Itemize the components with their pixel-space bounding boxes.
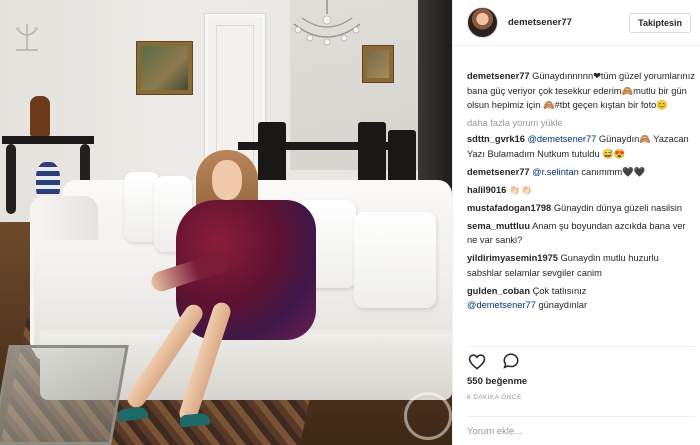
photo-wall-sconce — [16, 24, 38, 51]
comment-text: canımmm🖤🖤 — [578, 166, 646, 177]
photo-mantel-clock — [30, 96, 50, 136]
post-header: demetsener77 Takiptesin — [453, 0, 700, 46]
photo-vase — [36, 162, 60, 200]
comment-mention[interactable]: @demetsener77 — [467, 300, 536, 310]
caption: demetsener77 Günaydınnnnn❤tüm güzel yoru… — [467, 69, 695, 113]
post-side-panel: demetsener77 Takiptesin demetsener77 Gün… — [452, 0, 700, 445]
comment-username[interactable]: halil9016 — [467, 185, 506, 195]
comment-item: yildirimyasemin1975 Gunaydin mutlu huzur… — [467, 251, 695, 280]
comment-item: sdttn_gvrk16 @demetsener77 Günaydın🙈 Yaz… — [467, 132, 695, 161]
comment-item: demetsener77 @r.selintan canımmm🖤🖤 — [467, 165, 695, 180]
photo-coffee-table — [0, 345, 129, 445]
comment-icon[interactable] — [501, 351, 521, 371]
comment-input[interactable] — [467, 425, 695, 437]
comment-item: mustafadogan1798 Günaydin dünya güzeli n… — [467, 201, 695, 216]
heart-icon[interactable] — [467, 351, 487, 371]
photo-person-face — [212, 160, 242, 200]
comment-username[interactable]: mustafadogan1798 — [467, 203, 551, 213]
photo-pillow — [354, 212, 436, 308]
comment-text: Günaydin dünya güzeli nasilsin — [553, 202, 682, 213]
photo-painting-small — [363, 46, 393, 82]
comments-list: demetsener77 Günaydınnnnn❤tüm güzel yoru… — [467, 69, 695, 316]
post-timestamp: 6 DAKİKA ÖNCE — [467, 394, 522, 401]
caption-username[interactable]: demetsener77 — [467, 71, 530, 81]
photo-chandelier — [293, 0, 361, 46]
header-username[interactable]: demetsener77 — [508, 17, 572, 28]
photo-watermark — [404, 392, 452, 440]
console-top — [2, 136, 94, 144]
comment-item: sema_muttluu Anam şu boyundan azcıkda ba… — [467, 219, 695, 248]
avatar[interactable] — [467, 7, 498, 38]
comment-item: gulden_coban Çok tatlısınız @demetsener7… — [467, 284, 695, 313]
comment-text: 👏🏻👏🏻 — [508, 184, 533, 195]
post-photo[interactable] — [0, 0, 452, 445]
instagram-post-view: demetsener77 Takiptesin demetsener77 Gün… — [0, 0, 700, 445]
comment-mention[interactable]: @r.selintan — [532, 167, 579, 177]
likes-count[interactable]: 550 beğenme — [467, 376, 527, 387]
comment-username[interactable]: sema_muttluu — [467, 221, 530, 231]
load-more-comments-link[interactable]: daha fazla yorum yükle — [467, 116, 695, 130]
post-actions — [467, 346, 695, 372]
console-leg — [6, 144, 16, 214]
comment-username[interactable]: gulden_coban — [467, 286, 530, 296]
photo-painting — [137, 42, 192, 94]
comment-item: halil9016 👏🏻👏🏻 — [467, 183, 695, 198]
comment-username[interactable]: demetsener77 — [467, 167, 530, 177]
add-comment-bar — [467, 416, 695, 445]
following-button[interactable]: Takiptesin — [629, 13, 691, 33]
comment-text: günaydınlar — [535, 300, 588, 310]
comment-mention[interactable]: @demetsener77 — [527, 134, 596, 144]
comment-text: Çok tatlısınız — [532, 285, 587, 296]
comment-username[interactable]: yildirimyasemin1975 — [467, 253, 558, 263]
comment-username[interactable]: sdttn_gvrk16 — [467, 134, 525, 144]
